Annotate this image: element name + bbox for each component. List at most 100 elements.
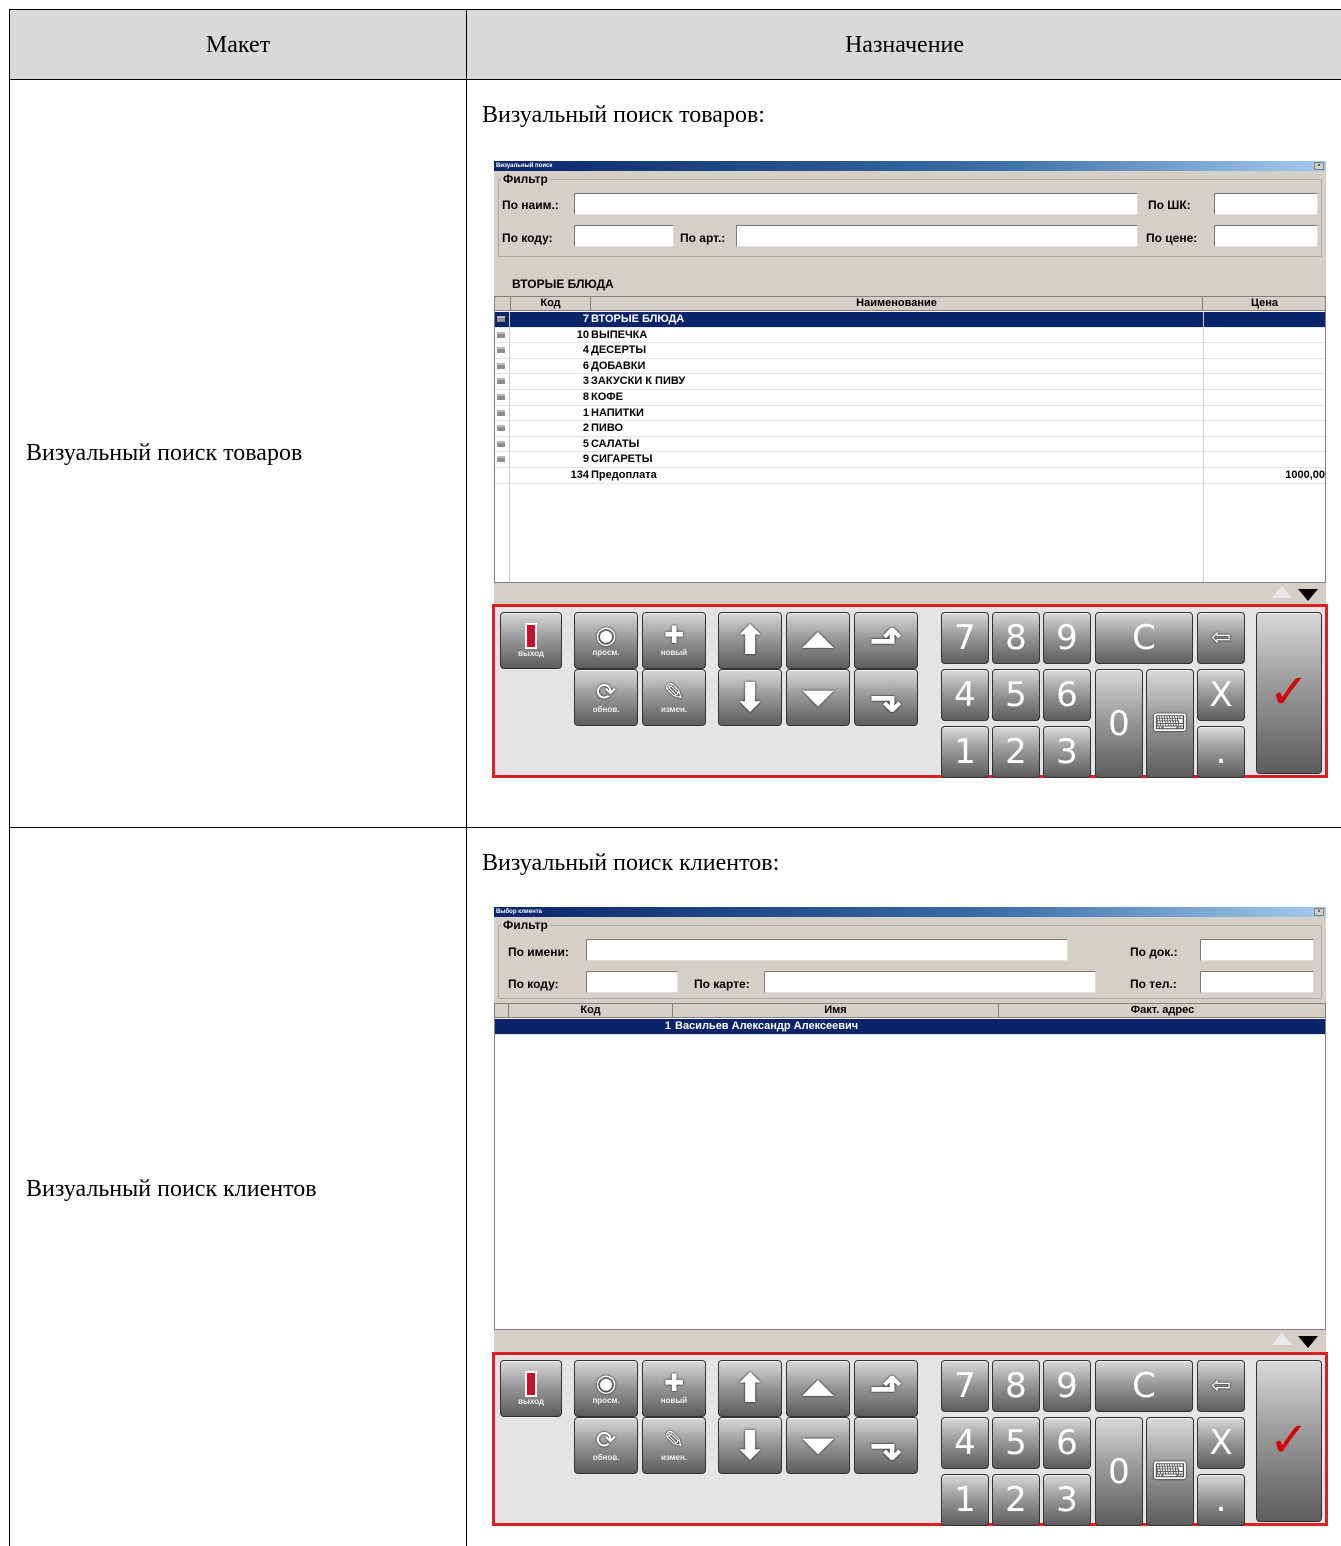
filter-barcode-input[interactable] — [1214, 193, 1318, 215]
end-button[interactable]: ⬎ — [854, 1417, 918, 1474]
up-button[interactable]: ⬆ — [718, 612, 782, 669]
new-button[interactable]: ✚ новый — [642, 612, 706, 669]
clear-button[interactable]: C — [1095, 1360, 1193, 1412]
refresh-button[interactable]: ⟳ обнов. — [574, 669, 638, 726]
end-button[interactable]: ⬎ — [854, 669, 918, 726]
table-row[interactable]: 8 КОФЕ — [495, 390, 1325, 406]
page-up-button[interactable]: ⏶ — [786, 1360, 850, 1417]
filter-code-input[interactable] — [586, 971, 678, 993]
down-button[interactable]: ⬇ — [718, 1417, 782, 1474]
grid-header-name[interactable]: Наименование — [591, 297, 1203, 311]
view-button[interactable]: ◉ просм. — [574, 612, 638, 669]
exit-button[interactable]: выход — [500, 612, 562, 669]
table-row[interactable]: 134 Предоплата 1000,00 — [495, 468, 1325, 484]
key-label: X — [1209, 675, 1233, 715]
refresh-button[interactable]: ⟳ обнов. — [574, 1417, 638, 1474]
keyboard-button[interactable]: ⌨ — [1146, 1417, 1194, 1526]
filter-article-input[interactable] — [736, 225, 1138, 247]
digit-9-button[interactable]: 9 — [1043, 1360, 1091, 1412]
dot-button[interactable]: . — [1197, 726, 1245, 778]
clients-grid: Код Имя Факт. адрес 1 Васильев Александр … — [494, 1003, 1326, 1330]
digit-9-button[interactable]: 9 — [1043, 612, 1091, 664]
filter-phone-input[interactable] — [1200, 971, 1314, 993]
up-button[interactable]: ⬆ — [718, 1360, 782, 1417]
dot-button[interactable]: . — [1197, 1474, 1245, 1526]
digit-4-button[interactable]: 4 — [941, 1417, 989, 1469]
filter-card-input[interactable] — [764, 971, 1096, 993]
grid-header-address[interactable]: Факт. адрес — [999, 1004, 1325, 1018]
table-row[interactable]: 9 СИГАРЕТЫ — [495, 452, 1325, 468]
home-button[interactable]: ⬏ — [854, 1360, 918, 1417]
home-button[interactable]: ⬏ — [854, 612, 918, 669]
filter-name-input[interactable] — [574, 193, 1138, 215]
key-label: 2 — [1005, 1480, 1027, 1520]
scroll-down-icon[interactable] — [1298, 589, 1318, 601]
ok-button[interactable]: ✓ — [1256, 612, 1322, 774]
digit-2-button[interactable]: 2 — [992, 726, 1040, 778]
digit-6-button[interactable]: 6 — [1043, 669, 1091, 721]
window-title: Выбор клиента — [496, 909, 542, 915]
table-row[interactable]: 10 ВЫПЕЧКА — [495, 328, 1325, 344]
cancel-button[interactable]: X — [1197, 669, 1245, 721]
digit-3-button[interactable]: 3 — [1043, 726, 1091, 778]
table-row[interactable]: 7 ВТОРЫЕ БЛЮДА — [495, 312, 1325, 328]
page-down-button[interactable]: ⏷ — [786, 669, 850, 726]
edit-button[interactable]: ✎ измен. — [642, 1417, 706, 1474]
ok-button[interactable]: ✓ — [1256, 1360, 1322, 1522]
key-label: 0 — [1108, 1451, 1130, 1492]
filter-price-input[interactable] — [1214, 225, 1318, 247]
backspace-button[interactable]: ⇦ — [1197, 1360, 1245, 1412]
digit-5-button[interactable]: 5 — [992, 1417, 1040, 1469]
digit-7-button[interactable]: 7 — [941, 612, 989, 664]
grid-header-code[interactable]: Код — [511, 297, 591, 311]
header-purpose: Назначение — [844, 31, 965, 58]
view-button[interactable]: ◉ просм. — [574, 1360, 638, 1417]
table-row[interactable]: 2 ПИВО — [495, 421, 1325, 437]
filter-doc-input[interactable] — [1200, 939, 1314, 961]
digit-6-button[interactable]: 6 — [1043, 1417, 1091, 1469]
key-label: C — [1132, 618, 1156, 658]
refresh-icon: ⟳ — [595, 679, 617, 706]
filter-code-label: По коду: — [502, 231, 553, 245]
zero-button[interactable]: 0 — [1095, 669, 1143, 778]
cancel-button[interactable]: X — [1197, 1417, 1245, 1469]
row-name: ПИВО — [591, 422, 624, 435]
table-row[interactable]: 4 ДЕСЕРТЫ — [495, 343, 1325, 359]
scroll-down-icon[interactable] — [1298, 1336, 1318, 1348]
arrow-down-icon: ⬇ — [733, 1423, 767, 1468]
zero-button[interactable]: 0 — [1095, 1417, 1143, 1526]
filter-name-input[interactable] — [586, 939, 1068, 961]
table-row[interactable]: 6 ДОБАВКИ — [495, 359, 1325, 375]
table-row[interactable]: 5 САЛАТЫ — [495, 437, 1325, 453]
grid-header-name[interactable]: Имя — [673, 1004, 999, 1018]
digit-1-button[interactable]: 1 — [941, 726, 989, 778]
digit-1-button[interactable]: 1 — [941, 1474, 989, 1526]
filter-code-input[interactable] — [574, 225, 674, 247]
digit-8-button[interactable]: 8 — [992, 612, 1040, 664]
down-button[interactable]: ⬇ — [718, 669, 782, 726]
grid-header-code[interactable]: Код — [509, 1004, 673, 1018]
table-row[interactable]: 1 НАПИТКИ — [495, 406, 1325, 422]
page-up-button[interactable]: ⏶ — [786, 612, 850, 669]
grid-header-price[interactable]: Цена — [1203, 297, 1325, 311]
digit-2-button[interactable]: 2 — [992, 1474, 1040, 1526]
digit-3-button[interactable]: 3 — [1043, 1474, 1091, 1526]
table-row[interactable]: 3 ЗАКУСКИ К ПИВУ — [495, 374, 1325, 390]
table-row[interactable]: 1 Васильев Александр Алексеевич — [495, 1019, 1325, 1035]
digit-7-button[interactable]: 7 — [941, 1360, 989, 1412]
close-button[interactable]: × — [1314, 908, 1324, 916]
folder-icon — [497, 331, 505, 338]
keyboard-button[interactable]: ⌨ — [1146, 669, 1194, 778]
scroll-up-icon[interactable] — [1272, 1333, 1292, 1345]
new-button[interactable]: ✚ новый — [642, 1360, 706, 1417]
scroll-up-icon[interactable] — [1272, 586, 1292, 598]
page-down-button[interactable]: ⏷ — [786, 1417, 850, 1474]
edit-button[interactable]: ✎ измен. — [642, 669, 706, 726]
digit-4-button[interactable]: 4 — [941, 669, 989, 721]
close-button[interactable]: × — [1314, 162, 1324, 170]
digit-8-button[interactable]: 8 — [992, 1360, 1040, 1412]
digit-5-button[interactable]: 5 — [992, 669, 1040, 721]
backspace-button[interactable]: ⇦ — [1197, 612, 1245, 664]
clear-button[interactable]: C — [1095, 612, 1193, 664]
exit-button[interactable]: выход — [500, 1360, 562, 1417]
